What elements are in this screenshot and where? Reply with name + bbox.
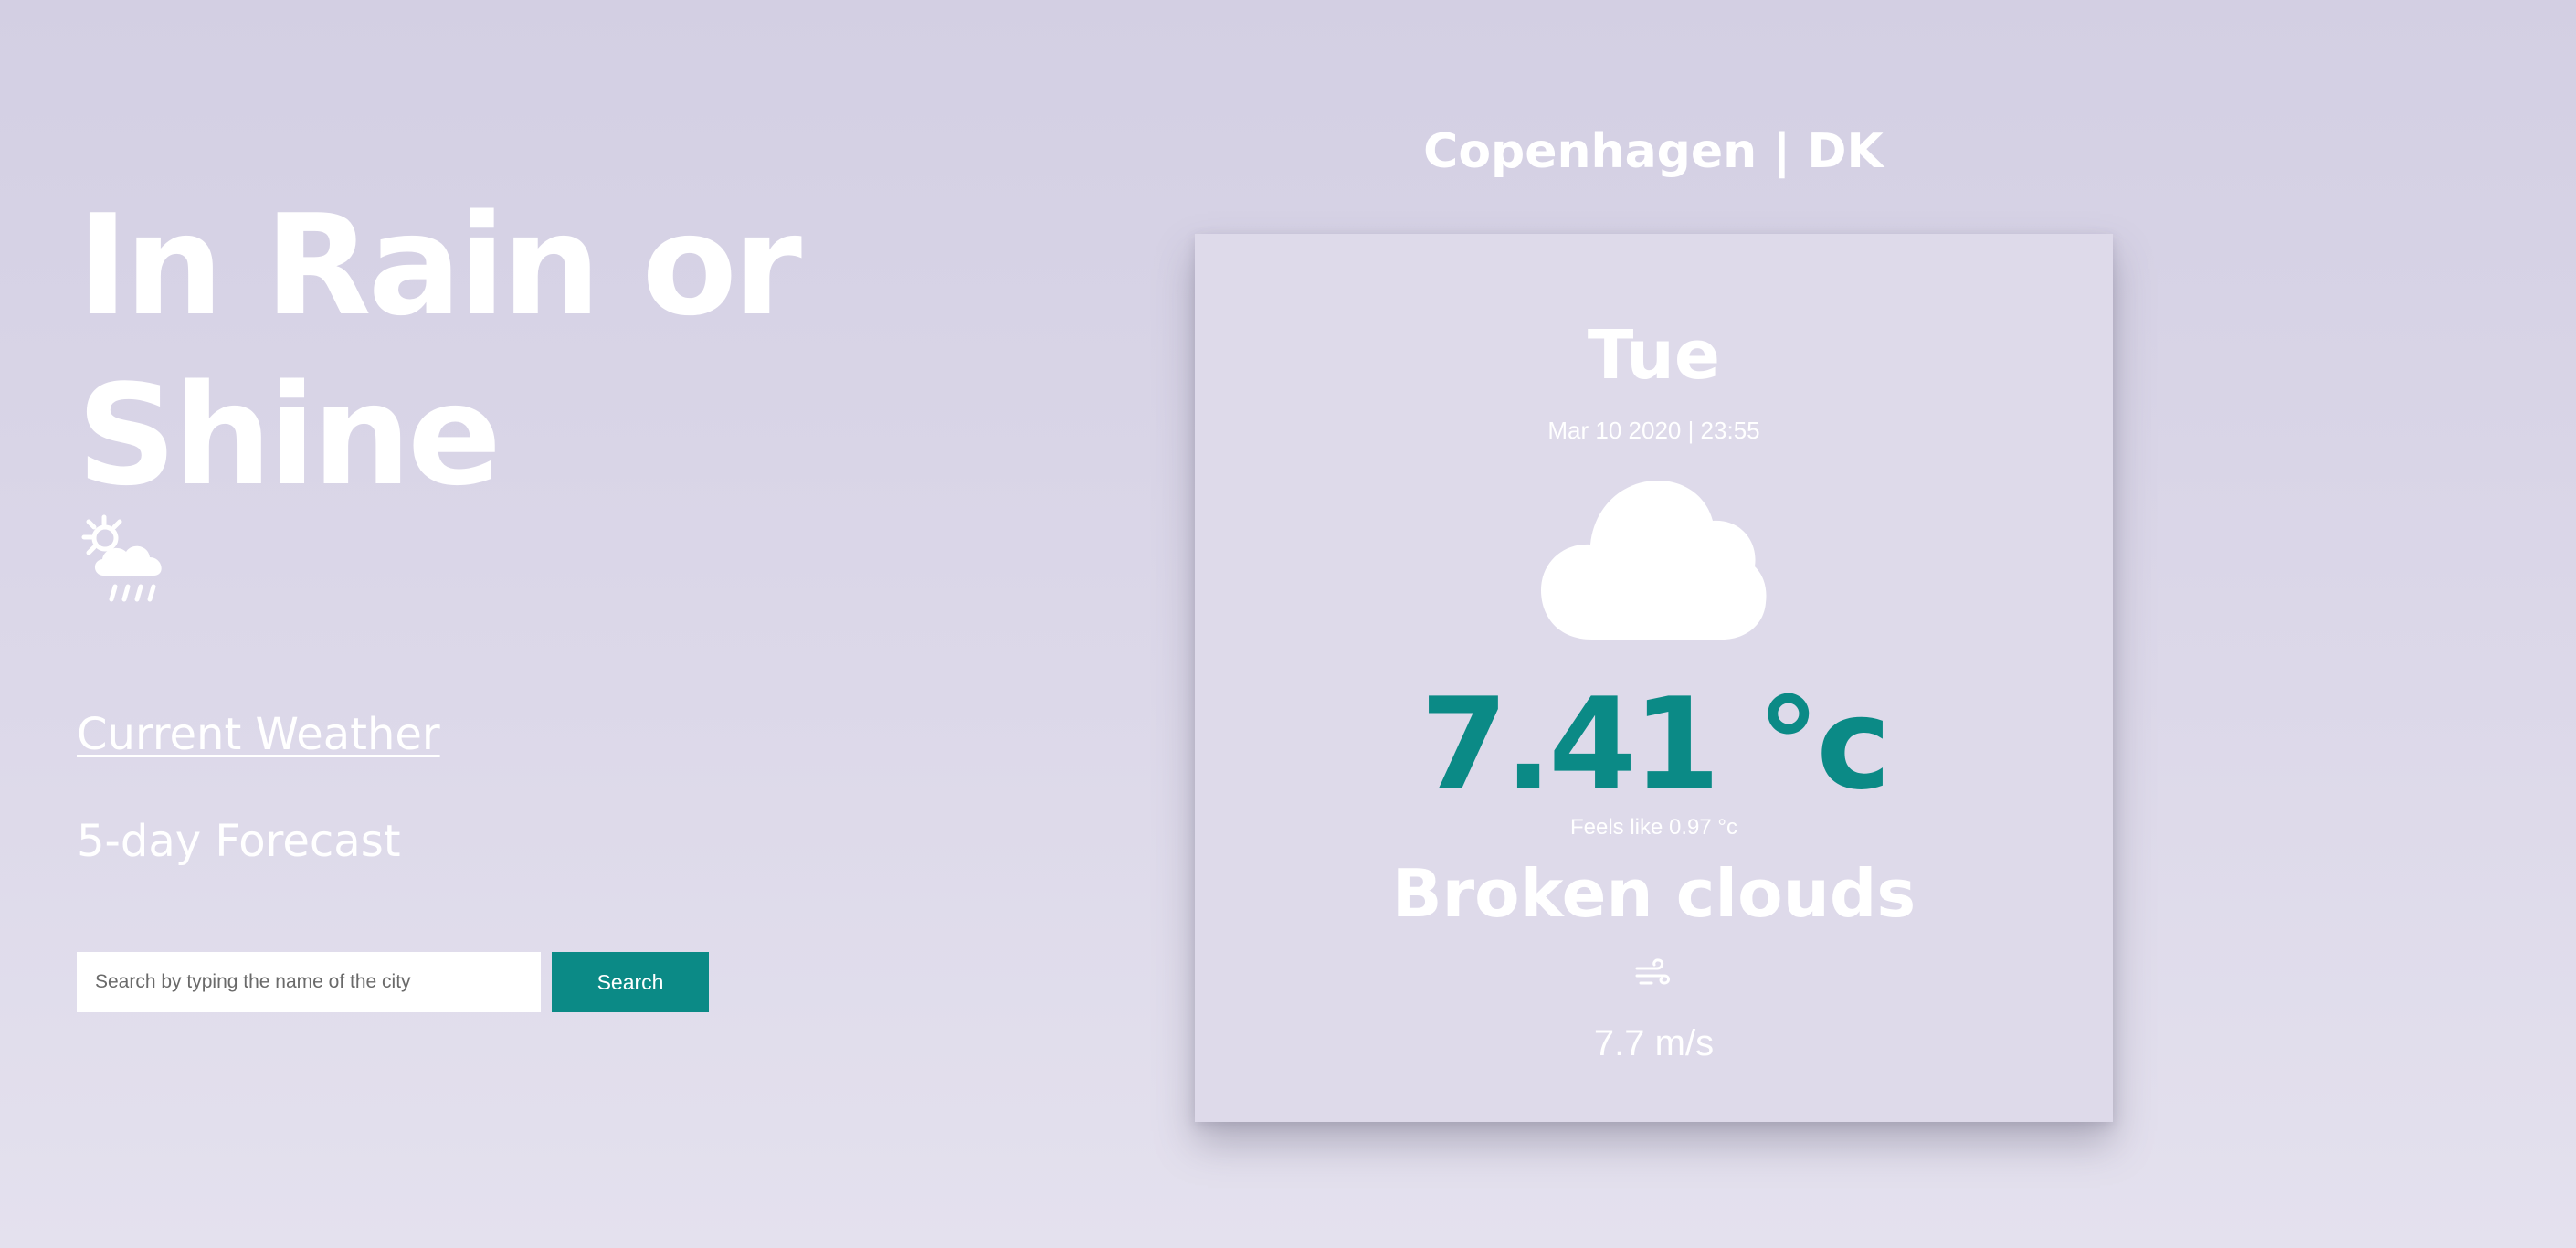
search-button[interactable]: Search bbox=[552, 952, 709, 1012]
wind-speed: 7.7 m/s bbox=[1593, 1023, 1715, 1063]
app-title: In Rain or Shine bbox=[77, 185, 802, 516]
cloud-icon bbox=[1541, 481, 1767, 640]
sun-behind-rain-cloud-icon bbox=[81, 514, 162, 602]
forecast-link[interactable]: 5-day Forecast bbox=[77, 816, 401, 867]
city-search-input[interactable] bbox=[77, 952, 541, 1012]
current-weather-link[interactable]: Current Weather bbox=[77, 709, 440, 760]
feels-like-text: Feels like 0.97 °c bbox=[1569, 815, 1737, 840]
condition-text: Broken clouds bbox=[1391, 855, 1916, 932]
wind-icon bbox=[1635, 958, 1670, 985]
weather-datetime: Mar 10 2020 | 23:55 bbox=[1547, 417, 1760, 444]
weather-day: Tue bbox=[1587, 316, 1721, 395]
weather-card: Tue Mar 10 2020 | 23:55 7.41 °c Feels li… bbox=[1195, 234, 2113, 1122]
temperature-value: 7.41 °c bbox=[1420, 671, 1891, 818]
location-title: Copenhagen | DK bbox=[1423, 124, 1884, 179]
